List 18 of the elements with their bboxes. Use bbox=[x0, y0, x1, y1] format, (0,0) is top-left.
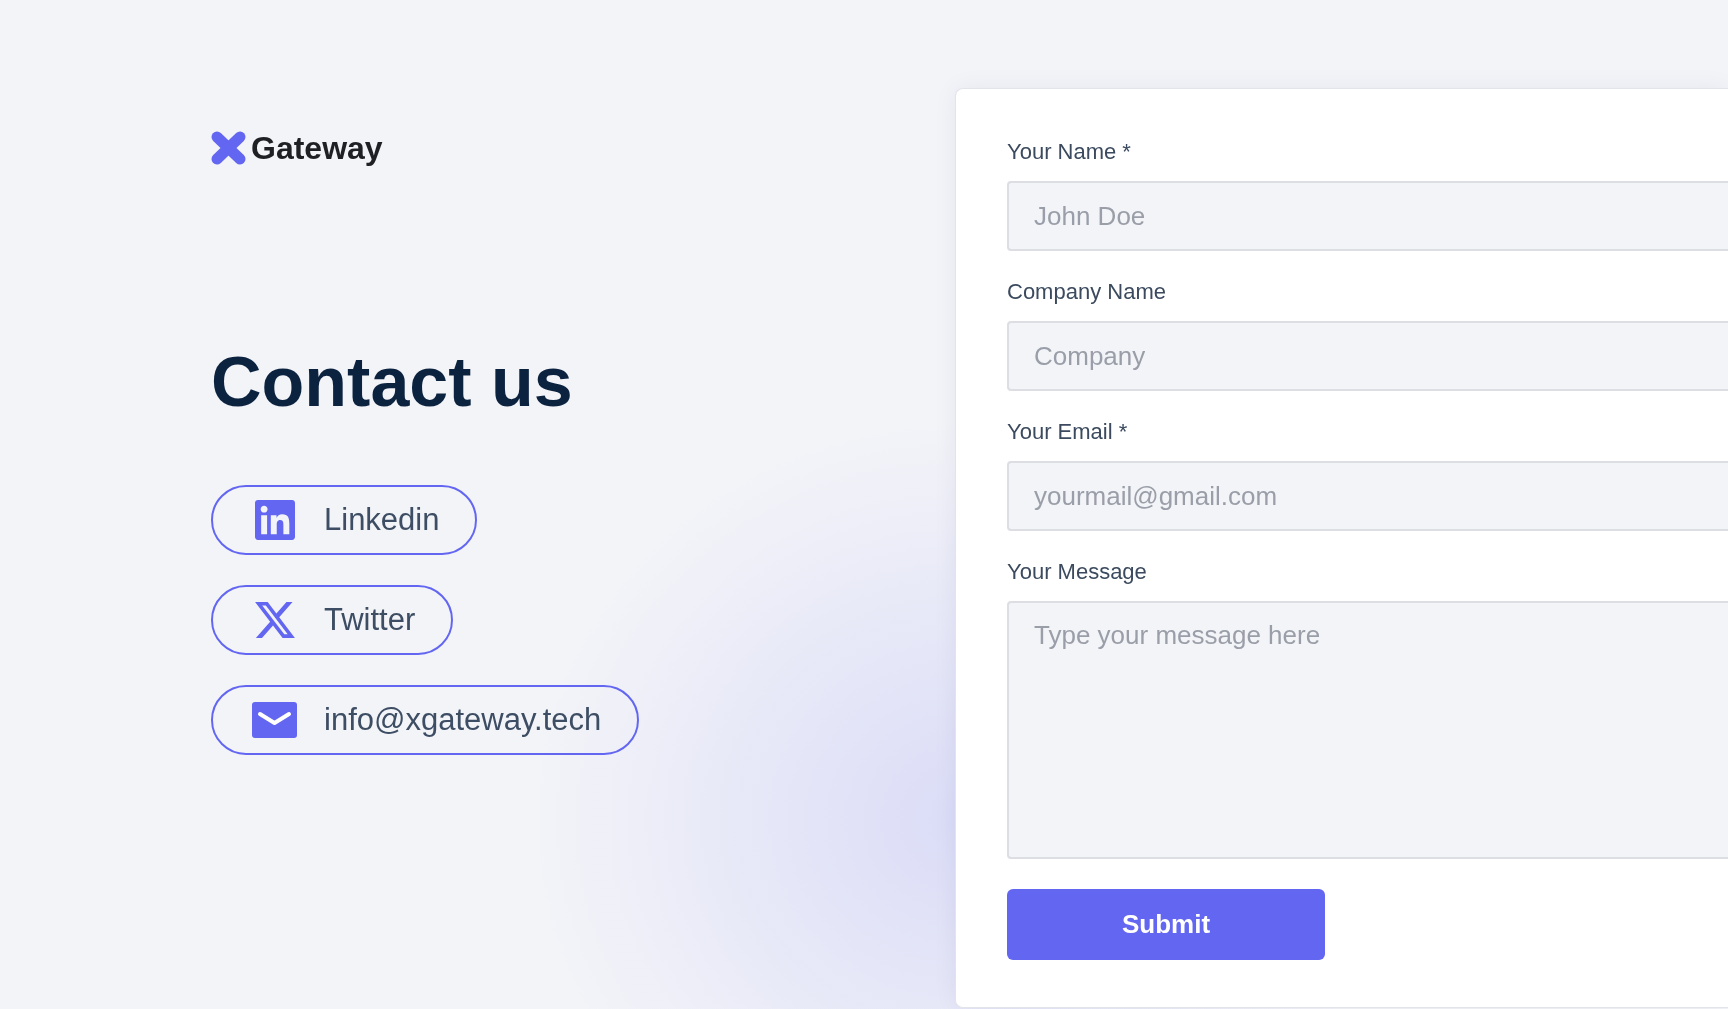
brand-name: Gateway bbox=[251, 129, 383, 167]
cross-logo-icon bbox=[211, 131, 246, 165]
page-heading: Contact us bbox=[211, 342, 573, 422]
submit-button[interactable]: Submit bbox=[1007, 889, 1325, 960]
field-label: Your Email * bbox=[1007, 419, 1128, 445]
field-label: Your Name * bbox=[1007, 139, 1131, 165]
input-field[interactable]: Company bbox=[1007, 321, 1728, 391]
envelope-icon bbox=[252, 702, 297, 738]
input-field[interactable]: yourmail@gmail.com bbox=[1007, 461, 1728, 531]
field-label: Your Message bbox=[1007, 559, 1147, 585]
contact-link[interactable]: info@xgateway.tech bbox=[211, 685, 640, 755]
contact-link[interactable]: Twitter bbox=[211, 585, 454, 655]
input-field[interactable]: John Doe bbox=[1007, 181, 1728, 251]
x-logo-icon bbox=[254, 602, 295, 638]
field-label: Company Name bbox=[1007, 279, 1166, 305]
message-field[interactable]: Type your message here bbox=[1007, 601, 1728, 859]
contact-link[interactable]: Linkedin bbox=[211, 485, 478, 555]
linkedin-icon bbox=[254, 500, 295, 540]
